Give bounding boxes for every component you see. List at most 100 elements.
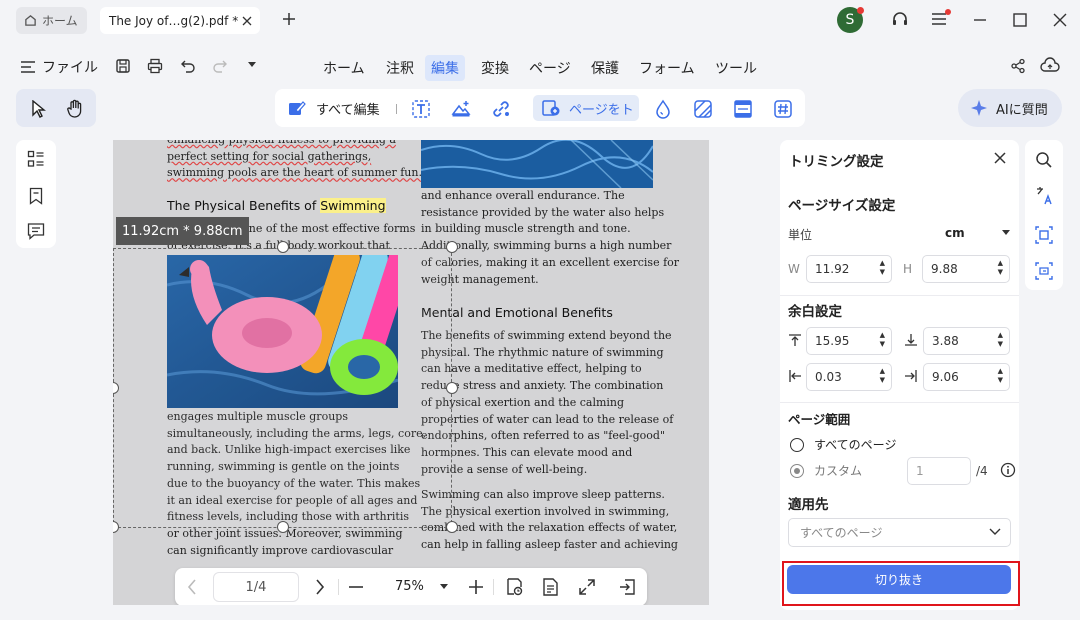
- prev-page-icon[interactable]: [187, 579, 197, 595]
- crop-handle-top-right[interactable]: [446, 241, 458, 253]
- tab-home[interactable]: ホーム: [16, 7, 87, 34]
- cloud-icon[interactable]: [1040, 57, 1060, 75]
- margin-right-spinner[interactable]: ▲ ▼: [998, 367, 1003, 385]
- page-crop-label: ページをト: [569, 102, 634, 118]
- next-page-icon[interactable]: [315, 579, 325, 595]
- zoom-out-icon[interactable]: [348, 580, 364, 594]
- crop-tool-icon[interactable]: [1035, 226, 1053, 244]
- custom-page-input[interactable]: 1: [907, 457, 971, 485]
- fit-page-icon[interactable]: [505, 577, 525, 597]
- crop-handle-bottom-right[interactable]: [446, 521, 458, 533]
- translate-icon[interactable]: [1035, 186, 1053, 206]
- zoom-dropdown-icon[interactable]: [440, 584, 448, 590]
- new-tab-icon[interactable]: [281, 11, 297, 27]
- margin-top-input[interactable]: 15.95 ▲ ▼: [806, 327, 892, 355]
- radio-unchecked: [790, 437, 804, 452]
- bates-number-icon[interactable]: [773, 99, 793, 119]
- save-icon[interactable]: [115, 58, 131, 74]
- menu-item[interactable]: 編集: [425, 55, 465, 81]
- add-image-icon[interactable]: [451, 99, 471, 119]
- screenshot-icon[interactable]: [1035, 262, 1053, 280]
- crop-handle-right[interactable]: [446, 382, 458, 394]
- maximize-icon[interactable]: [1012, 12, 1028, 28]
- share-icon[interactable]: [1010, 58, 1026, 74]
- exit-view-icon[interactable]: [617, 577, 637, 597]
- menu-item[interactable]: ホーム: [317, 55, 371, 81]
- all-pages-radio[interactable]: すべてのページ: [790, 436, 896, 453]
- info-icon[interactable]: [1000, 462, 1016, 478]
- close-window-icon[interactable]: [1052, 12, 1068, 28]
- menu-item[interactable]: フォーム: [633, 55, 701, 81]
- add-link-icon[interactable]: [491, 99, 511, 119]
- minimize-icon[interactable]: [972, 12, 988, 28]
- height-spinner[interactable]: ▲ ▼: [998, 259, 1003, 277]
- search-icon[interactable]: [1035, 151, 1053, 169]
- select-cursor-icon[interactable]: [30, 100, 46, 118]
- apply-to-select[interactable]: すべてのページ: [788, 518, 1011, 547]
- menu-item[interactable]: 注釈: [380, 55, 420, 81]
- quick-access-dropdown-icon[interactable]: [247, 61, 257, 69]
- hand-tool-icon[interactable]: [66, 99, 84, 118]
- unit-select[interactable]: cm: [920, 226, 1010, 240]
- pool-water-image[interactable]: [421, 140, 653, 188]
- margin-bottom-spinner[interactable]: ▲ ▼: [998, 331, 1003, 349]
- text-line: enhancing physical fitness to providing …: [167, 140, 422, 149]
- toolbar-divider: [396, 104, 397, 114]
- redo-icon[interactable]: [212, 58, 228, 74]
- crop-handle-top[interactable]: [277, 241, 289, 253]
- page-layout-icon[interactable]: [541, 577, 561, 597]
- margin-top-spinner[interactable]: ▲ ▼: [880, 331, 885, 349]
- crop-handle-bottom[interactable]: [277, 521, 289, 533]
- close-tab-icon[interactable]: [242, 16, 252, 26]
- margin-left-input[interactable]: 0.03 ▲ ▼: [806, 363, 892, 391]
- margin-right-icon: [904, 369, 918, 383]
- tab-document-label: The Joy of…g(2).pdf *: [109, 13, 239, 28]
- thumbnails-icon[interactable]: [27, 150, 45, 168]
- header-footer-icon[interactable]: [733, 99, 753, 119]
- height-value: 9.88: [931, 262, 958, 276]
- pdf-page[interactable]: enhancing physical fitness to providing …: [113, 140, 709, 605]
- comment-icon[interactable]: [27, 222, 45, 240]
- file-menu[interactable]: ファイル: [20, 57, 98, 77]
- section-divider: [780, 295, 1019, 296]
- edit-all-label: すべて編集: [316, 102, 380, 118]
- menu-icon[interactable]: [931, 12, 947, 26]
- highlighted-word: Swimming: [320, 198, 386, 213]
- add-text-icon[interactable]: [411, 99, 431, 119]
- undo-icon[interactable]: [180, 58, 196, 74]
- crop-button[interactable]: 切り抜き: [787, 565, 1011, 594]
- menu-item[interactable]: ツール: [709, 55, 763, 81]
- background-icon[interactable]: [693, 99, 713, 119]
- watermark-icon[interactable]: [653, 99, 673, 119]
- bookmark-icon[interactable]: [27, 187, 45, 205]
- fullscreen-icon[interactable]: [577, 577, 597, 597]
- margin-bottom-input[interactable]: 3.88 ▲ ▼: [923, 327, 1010, 355]
- menu-item[interactable]: 保護: [585, 55, 625, 81]
- print-icon[interactable]: [147, 58, 163, 74]
- custom-range-radio[interactable]: カスタム: [790, 462, 862, 479]
- left-sidebar: [16, 140, 56, 248]
- width-input[interactable]: 11.92 ▲ ▼: [806, 255, 892, 283]
- crop-selection-box[interactable]: [113, 248, 452, 528]
- notification-dot: [857, 7, 864, 14]
- document-viewer[interactable]: enhancing physical fitness to providing …: [113, 140, 709, 605]
- page-crop-button[interactable]: ページをト: [533, 95, 639, 121]
- text-line: weight management.: [421, 272, 539, 286]
- tab-document[interactable]: The Joy of…g(2).pdf *: [100, 7, 260, 34]
- close-panel-icon[interactable]: [993, 151, 1007, 165]
- zoom-in-icon[interactable]: [468, 579, 484, 595]
- menu-item[interactable]: ページ: [523, 55, 577, 81]
- height-input[interactable]: 9.88 ▲ ▼: [922, 255, 1010, 283]
- page-number-input[interactable]: 1/4: [213, 572, 299, 602]
- page-range-section-title: ページ範囲: [788, 412, 851, 427]
- menu-item[interactable]: 変換: [475, 55, 515, 81]
- width-spinner[interactable]: ▲ ▼: [880, 259, 885, 277]
- ask-ai-button[interactable]: AIに質問: [958, 89, 1062, 127]
- headset-icon[interactable]: [890, 10, 910, 30]
- margin-left-spinner[interactable]: ▲ ▼: [880, 367, 885, 385]
- crop-settings-panel: トリミング設定 ページサイズ設定 単位 cm W 11.92 ▲ ▼ H 9.88…: [780, 140, 1020, 610]
- tab-home-label: ホーム: [42, 14, 78, 28]
- margin-right-input[interactable]: 9.06 ▲ ▼: [923, 363, 1010, 391]
- zoom-level[interactable]: 75%: [395, 579, 424, 594]
- edit-all-button[interactable]: すべて編集: [287, 95, 380, 121]
